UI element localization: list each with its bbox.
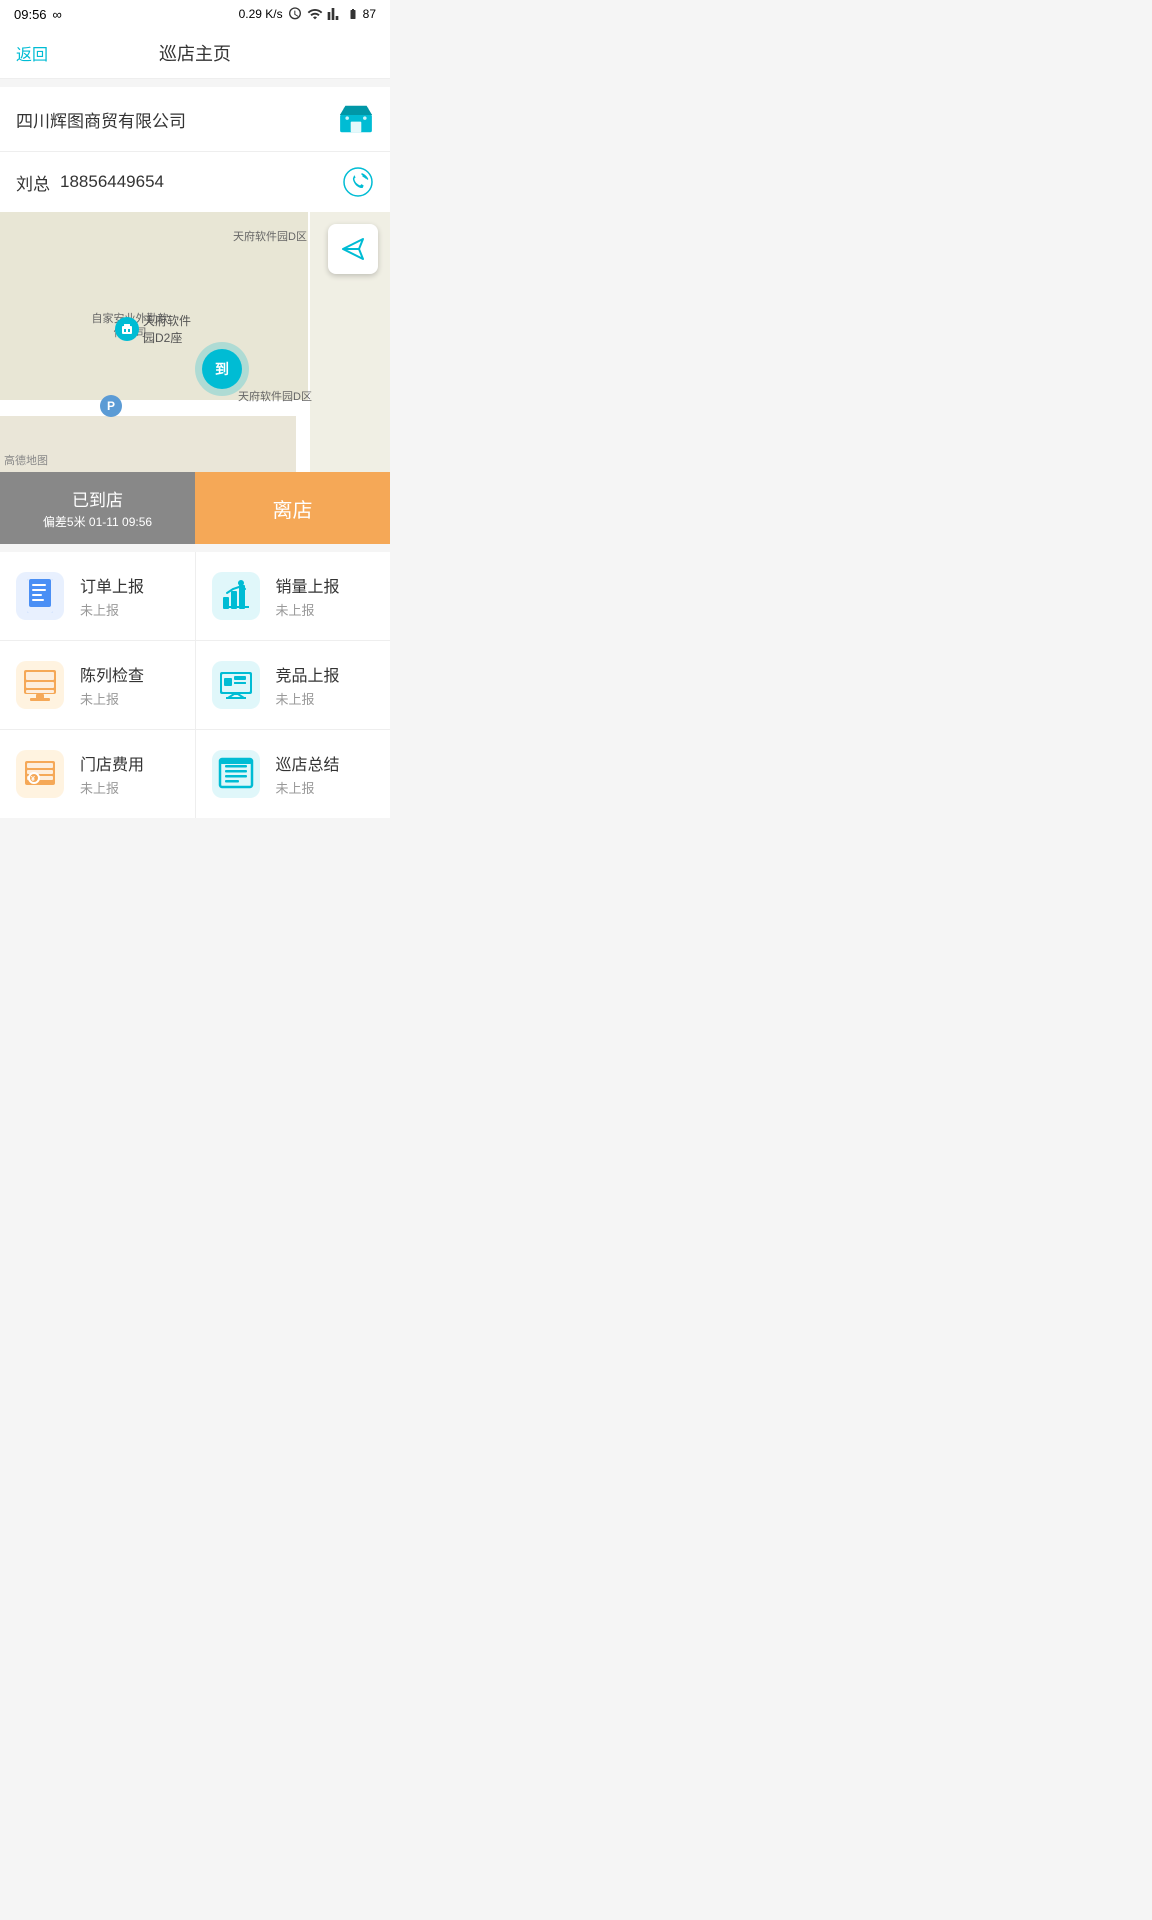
map-background: 天府软件园D区 自家安业外勤软件公司 天府软件园D区 天府软件园D2座 到 P bbox=[0, 212, 390, 472]
contact-name: 刘总 bbox=[16, 170, 50, 195]
charging-icon bbox=[347, 6, 359, 22]
page-title: 巡店主页 bbox=[159, 40, 231, 66]
competitor-report-title: 竞品上报 bbox=[276, 662, 340, 686]
menu-item-display-check[interactable]: 陈列检查 未上报 bbox=[0, 641, 195, 729]
tour-summary-text: 巡店总结 未上报 bbox=[276, 751, 340, 797]
menu-item-tour-summary[interactable]: 巡店总结 未上报 bbox=[196, 730, 391, 818]
nav-bar: 返回 巡店主页 bbox=[0, 28, 390, 79]
sales-icon bbox=[212, 572, 260, 620]
leave-label: 离店 bbox=[273, 494, 313, 523]
store-expense-text: 门店费用 未上报 bbox=[80, 751, 144, 797]
battery-level: 87 bbox=[363, 7, 376, 21]
signal-icon bbox=[327, 6, 343, 22]
checkin-button[interactable]: 已到店 偏差5米 01-11 09:56 bbox=[0, 472, 195, 544]
display-icon bbox=[16, 661, 64, 709]
checkin-sub-label: 偏差5米 01-11 09:56 bbox=[0, 513, 195, 530]
checkin-label: 已到店 bbox=[0, 486, 195, 511]
pin-label: 到 bbox=[202, 349, 242, 389]
phone-icon[interactable] bbox=[342, 166, 374, 198]
status-time: 09:56 bbox=[14, 7, 47, 22]
action-row: 已到店 偏差5米 01-11 09:56 离店 bbox=[0, 472, 390, 544]
back-button[interactable]: 返回 bbox=[16, 41, 48, 65]
tour-summary-title: 巡店总结 bbox=[276, 751, 340, 775]
alarm-icon bbox=[287, 6, 303, 22]
sales-report-sub: 未上报 bbox=[276, 600, 340, 619]
infinite-icon: ∞ bbox=[53, 7, 62, 22]
summary-icon bbox=[212, 750, 260, 798]
parking-marker: P bbox=[100, 395, 122, 417]
contact-info: 刘总 18856449654 bbox=[16, 170, 164, 195]
wifi-icon bbox=[307, 6, 323, 22]
store-name: 四川辉图商贸有限公司 bbox=[16, 107, 186, 132]
order-report-sub: 未上报 bbox=[80, 600, 144, 619]
store-expense-sub: 未上报 bbox=[80, 778, 144, 797]
sales-report-text: 销量上报 未上报 bbox=[276, 573, 340, 619]
map-label-tianfu-d: 天府软件园D区 bbox=[220, 230, 320, 244]
display-check-title: 陈列检查 bbox=[80, 662, 144, 686]
network-speed: 0.29 K/s bbox=[239, 7, 283, 21]
order-icon bbox=[16, 572, 64, 620]
location-pin: 到 bbox=[195, 342, 249, 396]
map-section: 天府软件园D区 自家安业外勤软件公司 天府软件园D区 天府软件园D2座 到 P bbox=[0, 212, 390, 472]
sales-report-title: 销量上报 bbox=[276, 573, 340, 597]
menu-item-competitor-report[interactable]: 竞品上报 未上报 bbox=[196, 641, 391, 729]
svg-text:¥: ¥ bbox=[31, 776, 35, 783]
poi-tianfu-d2: 天府软件园D2座 bbox=[115, 312, 191, 346]
competitor-report-text: 竞品上报 未上报 bbox=[276, 662, 340, 708]
menu-item-store-expense[interactable]: ¥ 门店费用 未上报 bbox=[0, 730, 195, 818]
expense-icon: ¥ bbox=[16, 750, 64, 798]
display-check-text: 陈列检查 未上报 bbox=[80, 662, 144, 708]
store-info-section: 四川辉图商贸有限公司 刘总 18856449654 bbox=[0, 87, 390, 212]
contact-row: 刘总 18856449654 bbox=[0, 152, 390, 212]
order-report-text: 订单上报 未上报 bbox=[80, 573, 144, 619]
competitor-report-sub: 未上报 bbox=[276, 689, 340, 708]
tour-summary-sub: 未上报 bbox=[276, 778, 340, 797]
menu-item-order-report[interactable]: 订单上报 未上报 bbox=[0, 552, 195, 640]
navigate-button[interactable] bbox=[328, 224, 378, 274]
order-report-title: 订单上报 bbox=[80, 573, 144, 597]
menu-grid: 订单上报 未上报 销量上报 未上报 bbox=[0, 552, 390, 818]
status-bar: 09:56 ∞ 0.29 K/s 87 bbox=[0, 0, 390, 28]
contact-phone: 18856449654 bbox=[60, 172, 164, 192]
store-icon bbox=[338, 103, 374, 135]
competitor-icon bbox=[212, 661, 260, 709]
store-expense-title: 门店费用 bbox=[80, 751, 144, 775]
leave-button[interactable]: 离店 bbox=[195, 472, 390, 544]
menu-item-sales-report[interactable]: 销量上报 未上报 bbox=[196, 552, 391, 640]
store-name-row: 四川辉图商贸有限公司 bbox=[0, 87, 390, 152]
amap-label: 高德地图 bbox=[4, 452, 48, 468]
display-check-sub: 未上报 bbox=[80, 689, 144, 708]
